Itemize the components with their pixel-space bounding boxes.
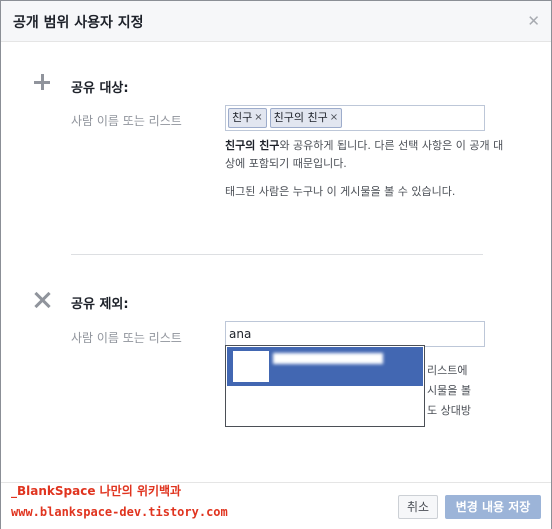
token-label: 친구의 친구: [273, 111, 328, 124]
obscured-info-line: 도 상대방: [427, 404, 471, 417]
save-changes-button[interactable]: 변경 내용 저장: [445, 495, 541, 519]
token-remove-icon[interactable]: ×: [330, 111, 338, 125]
exclude-title: 공유 제외:: [71, 297, 129, 312]
redacted-name: [273, 353, 383, 364]
share-with-token-input[interactable]: 친구 × 친구의 친구 ×: [225, 105, 485, 131]
typeahead-dropdown: [225, 345, 425, 427]
plus-icon: [34, 74, 50, 90]
share-with-title: 공유 대상:: [71, 81, 129, 96]
exclude-field-label: 사람 이름 또는 리스트: [71, 331, 182, 345]
dialog-header: 공개 범위 사용자 지정 ✕: [1, 1, 551, 42]
token-friends-of-friends: 친구의 친구 ×: [269, 108, 343, 128]
token-label: 친구: [232, 111, 253, 124]
typeahead-option-selected[interactable]: [227, 347, 423, 386]
close-icon[interactable]: ✕: [527, 11, 540, 31]
cancel-button[interactable]: 취소: [398, 495, 438, 519]
token-remove-icon[interactable]: ×: [254, 111, 262, 125]
info-bold-text: 친구의 친구: [225, 139, 280, 152]
obscured-info-line: 시물을 볼: [427, 384, 471, 397]
avatar: [233, 351, 269, 382]
obscured-info-line: 리스트에: [427, 364, 468, 377]
dialog-title: 공개 범위 사용자 지정: [13, 15, 144, 31]
tagged-info: 태그된 사람은 누구나 이 게시물을 볼 수 있습니다.: [225, 185, 456, 198]
share-with-info: 친구의 친구와 공유하게 됩니다. 다른 선택 사항은 이 공개 대상에 포함되…: [225, 137, 505, 173]
watermark-title: _BlankSpace 나만의 위키백과: [11, 484, 182, 498]
x-icon: [34, 292, 50, 308]
watermark-url: www.blankspace-dev.tistory.com: [11, 505, 228, 519]
token-friends: 친구 ×: [228, 108, 267, 128]
exclude-search-input[interactable]: [225, 321, 485, 347]
share-with-field-label: 사람 이름 또는 리스트: [71, 114, 182, 128]
custom-privacy-dialog: 공개 범위 사용자 지정 ✕ 공유 대상: 사람 이름 또는 리스트 친구 × …: [0, 0, 552, 529]
section-divider: [71, 254, 483, 255]
